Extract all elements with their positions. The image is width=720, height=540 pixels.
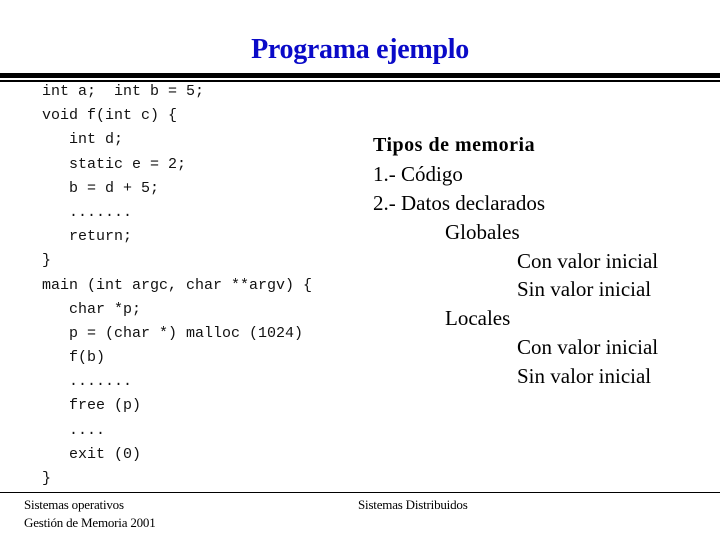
code-line: p = (char *) malloc (1024)	[69, 324, 304, 342]
code-line: ....	[69, 421, 106, 439]
header-rule-thick	[0, 73, 720, 78]
code-line: .......	[69, 373, 133, 391]
code-line: char *p;	[69, 300, 142, 318]
code-listing: int a; int b = 5; void f(int c) { int d;…	[42, 80, 312, 491]
memory-type-subsubitem: Sin valor inicial	[517, 364, 652, 389]
memory-type-subitem: Locales	[445, 306, 511, 331]
memory-type-subsubitem: Con valor inicial	[517, 248, 659, 273]
memory-type-item: 2.- Datos declarados	[373, 190, 546, 215]
memory-type-subitem: Globales	[445, 219, 520, 244]
code-line: b = d + 5;	[69, 179, 160, 197]
code-line: }	[42, 252, 52, 270]
slide-title: Programa ejemplo	[251, 34, 469, 65]
code-line: f(b)	[69, 349, 106, 367]
code-line: .......	[69, 203, 133, 221]
footer-course: Sistemas operativos	[24, 497, 124, 512]
code-line: }	[42, 470, 52, 487]
memory-type-subsubitem: Con valor inicial	[517, 335, 659, 360]
code-line: exit (0)	[69, 445, 142, 463]
code-line: int a; int b = 5;	[42, 83, 205, 100]
code-line: int d;	[69, 131, 124, 149]
footer-topic: Gestión de Memoria 2001	[24, 515, 156, 530]
footer-left: Sistemas operativos Gestión de Memoria 2…	[24, 496, 156, 532]
memory-type-subsubitem: Sin valor inicial	[517, 277, 652, 302]
footer-rule	[0, 492, 720, 493]
code-line: static e = 2;	[69, 155, 187, 173]
code-line: return;	[69, 228, 133, 246]
code-line: free (p)	[69, 397, 142, 415]
memory-types-heading: Tipos de memoria	[373, 134, 536, 156]
code-line: main (int argc, char **argv) {	[42, 276, 313, 294]
memory-type-item: 1.- Código	[373, 161, 463, 186]
code-line: void f(int c) {	[42, 107, 178, 125]
footer-center: Sistemas Distribuidos	[358, 497, 468, 512]
memory-types-list: Tipos de memoria 1.- Código 2.- Datos de…	[373, 131, 658, 391]
